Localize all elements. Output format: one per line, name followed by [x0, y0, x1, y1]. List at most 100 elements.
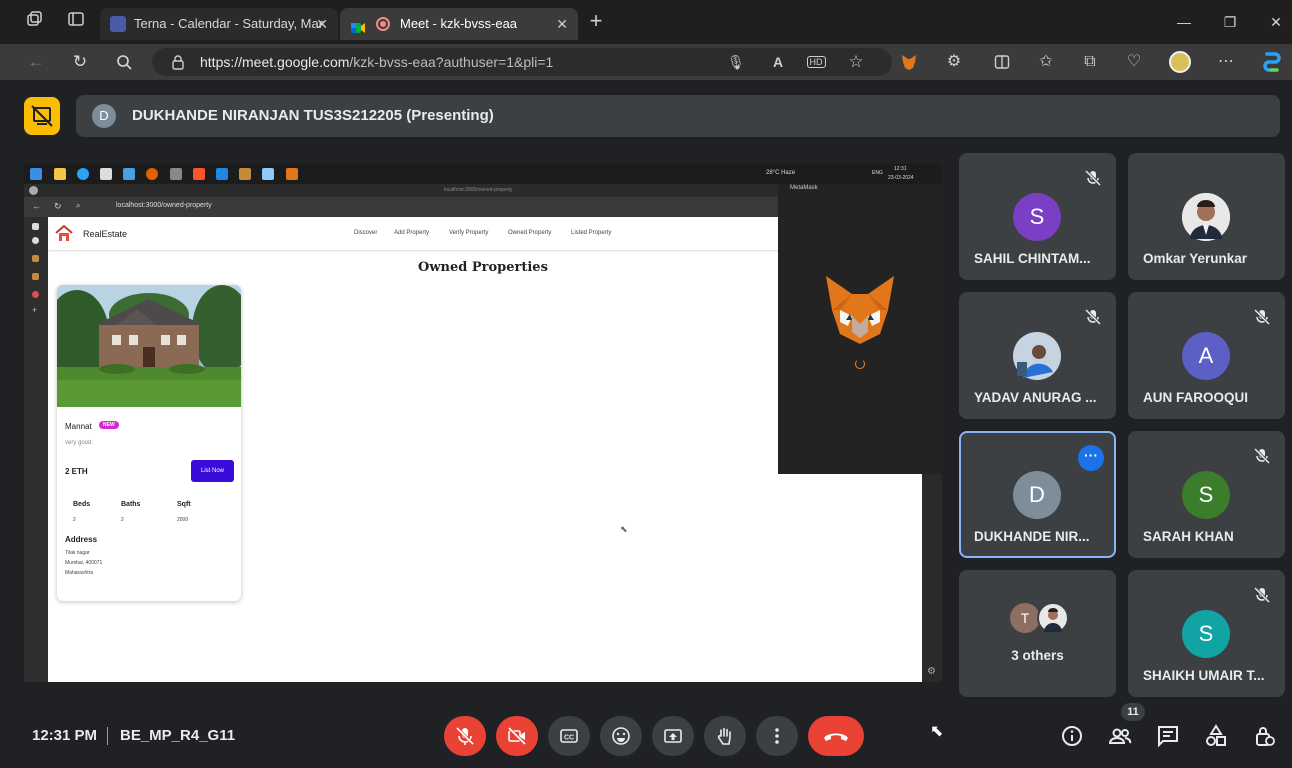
lock-icon[interactable] — [170, 54, 186, 70]
hd-icon[interactable]: HD — [804, 50, 828, 74]
restore-icon[interactable]: ❐ — [1220, 12, 1240, 32]
hang-up-icon — [824, 733, 848, 741]
leave-call-button[interactable] — [808, 716, 864, 756]
nav-add-property: Add Property — [394, 230, 430, 236]
more-options-icon[interactable]: ⋯ — [1214, 50, 1238, 74]
tab-actions-icon[interactable] — [64, 10, 88, 34]
participant-tile[interactable]: S SAHIL CHINTAM... — [959, 153, 1116, 280]
language-text: ENG — [872, 170, 883, 176]
workspaces-icon[interactable] — [22, 10, 46, 34]
stop-presenting-button[interactable] — [24, 97, 60, 135]
activities-icon — [1206, 724, 1226, 746]
vscode-icon — [216, 168, 228, 180]
browser-essentials-icon[interactable]: ♡ — [1122, 50, 1146, 74]
mic-off-icon — [1084, 308, 1102, 326]
more-options-button[interactable] — [756, 716, 798, 756]
more-options-button[interactable]: ··· — [1078, 445, 1104, 471]
address-line: Maharashtra — [65, 570, 94, 576]
participant-avatar: D — [1013, 471, 1061, 519]
present-button[interactable] — [652, 716, 694, 756]
profile-avatar[interactable] — [1168, 50, 1192, 74]
emoji-icon — [612, 727, 630, 745]
baths-label: Baths — [121, 501, 141, 508]
extensions-icon[interactable]: ⚙ — [942, 50, 966, 74]
address-line: Tilak nagar — [65, 550, 90, 556]
activities-button[interactable] — [1204, 724, 1228, 748]
participant-tile-active[interactable]: ··· D DUKHANDE NIR... — [959, 431, 1116, 558]
baths-value: 2 — [121, 517, 124, 523]
tab-meet[interactable]: Meet - kzk-bvss-eaa ✕ — [340, 8, 578, 40]
people-button[interactable] — [1108, 724, 1132, 748]
mouse-cursor-icon: ⬉ — [620, 524, 628, 534]
property-photo — [57, 285, 241, 407]
reload-icon[interactable]: ↻ — [68, 50, 92, 74]
raise-hand-button[interactable] — [704, 716, 746, 756]
taskbar-date: 23-03-2024 — [888, 175, 914, 181]
app-icon — [32, 273, 39, 280]
brave-icon — [193, 168, 205, 180]
beds-value: 2 — [73, 517, 76, 523]
participant-name: YADAV ANURAG ... — [974, 390, 1097, 405]
mic-off-icon — [455, 726, 475, 746]
microphone-icon[interactable]: 🎙 — [724, 50, 748, 74]
tab-calendar[interactable]: Terna - Calendar - Saturday, Mar ✕ — [100, 8, 338, 40]
mail-icon — [123, 168, 135, 180]
participant-photo — [1182, 193, 1230, 241]
participant-tile[interactable]: YADAV ANURAG ... — [959, 292, 1116, 419]
raise-hand-icon — [717, 727, 731, 745]
nav-listed-property: Listed Property — [571, 230, 612, 236]
participant-tile[interactable]: S SARAH KHAN — [1128, 431, 1285, 558]
metamask-extension-icon[interactable] — [897, 50, 921, 74]
participant-name: SARAH KHAN — [1143, 529, 1234, 544]
participant-avatar: A — [1182, 332, 1230, 380]
reactions-button[interactable] — [600, 716, 642, 756]
new-tab-icon[interactable]: + — [584, 10, 608, 34]
chat-button[interactable] — [1156, 724, 1180, 748]
meet-favicon-icon — [350, 16, 366, 33]
participant-name: SHAIKH UMAIR T... — [1143, 668, 1265, 683]
search-icon[interactable] — [112, 50, 136, 74]
app-icon — [239, 168, 251, 180]
windows-start-icon — [30, 168, 42, 180]
others-tile[interactable]: T 3 others — [959, 570, 1116, 697]
store-icon — [100, 168, 112, 180]
meeting-details-button[interactable] — [1060, 724, 1084, 748]
participant-tile[interactable]: S SHAIKH UMAIR T... — [1128, 570, 1285, 697]
shared-screen: 28°C Haze ENG 12:31 23-03-2024 localhost… — [24, 164, 942, 682]
close-window-icon[interactable]: ✕ — [1266, 12, 1286, 32]
presenter-banner: D DUKHANDE NIRANJAN TUS3S212205 (Present… — [76, 95, 1280, 137]
captions-icon: CC — [560, 729, 578, 743]
site-brand: RealEstate — [83, 229, 128, 239]
participant-tile[interactable]: Omkar Yerunkar — [1128, 153, 1285, 280]
participant-photo — [1013, 332, 1061, 380]
close-tab-icon[interactable]: ✕ — [556, 8, 568, 40]
participant-name: AUN FAROOQUI — [1143, 390, 1249, 405]
back-icon[interactable]: ← — [24, 50, 48, 74]
participant-avatar: S — [1013, 193, 1061, 241]
nav-owned-property: Owned Property — [508, 230, 552, 236]
close-tab-icon[interactable]: ✕ — [316, 8, 328, 40]
camera-toggle-button[interactable] — [496, 716, 538, 756]
host-controls-button[interactable] — [1252, 724, 1276, 748]
site-navbar: RealEstate Discover Add Property Verify … — [48, 217, 802, 250]
shared-browser-sidebar: + — [24, 217, 48, 682]
metamask-popup: MetaMask — [778, 184, 942, 474]
mic-toggle-button[interactable] — [444, 716, 486, 756]
participant-tile[interactable]: A AUN FAROOQUI — [1128, 292, 1285, 419]
favorite-star-icon[interactable]: ☆ — [844, 50, 868, 74]
collections-icon[interactable]: ⧉ — [1078, 50, 1102, 74]
participant-count-badge: 11 — [1121, 703, 1145, 721]
favorites-icon[interactable]: ✩ — [1034, 50, 1058, 74]
minimize-icon[interactable]: — — [1174, 12, 1194, 32]
read-aloud-icon[interactable]: A — [766, 50, 790, 74]
split-screen-icon[interactable] — [990, 50, 1014, 74]
meeting-code: BE_MP_R4_G11 — [120, 727, 236, 744]
list-now-button: List Now — [191, 460, 234, 482]
captions-button[interactable]: CC — [548, 716, 590, 756]
copilot-icon[interactable] — [1260, 50, 1284, 74]
lock-person-icon — [1256, 727, 1275, 746]
sqft-label: Sqft — [177, 501, 191, 508]
info-icon — [1062, 726, 1082, 746]
browser-toolbar: ← ↻ https://meet.google.com/kzk-bvss-eaa… — [0, 44, 1292, 80]
more-vert-icon — [775, 728, 779, 744]
